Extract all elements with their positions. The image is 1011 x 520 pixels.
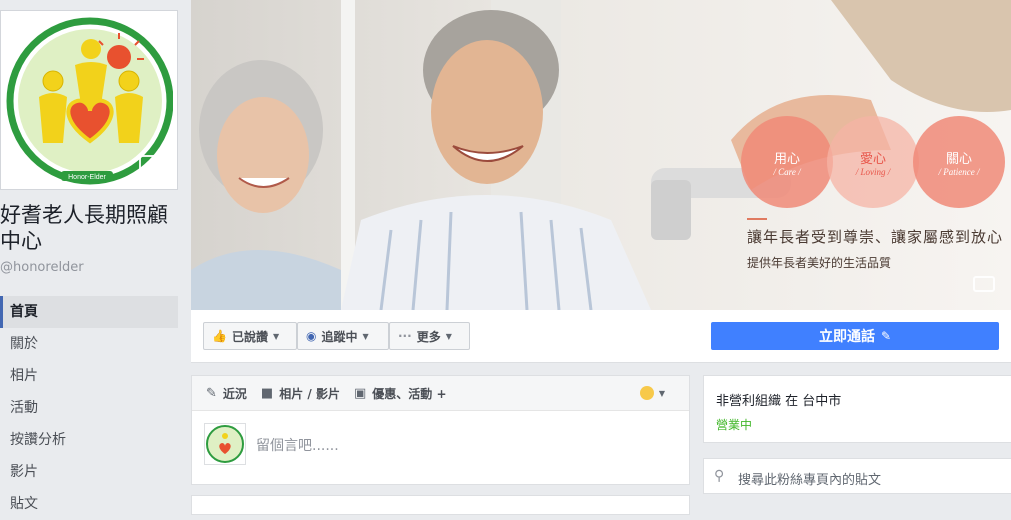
circle-care: 用心 / Care / xyxy=(773,152,801,177)
nav-item-posts[interactable]: 貼文 xyxy=(0,488,178,520)
rss-icon: ◉ xyxy=(306,329,317,343)
post-input[interactable]: 留個言吧...... xyxy=(256,435,339,455)
call-now-label: 立即通話 xyxy=(818,329,875,345)
page-title: 好耆老人長期照顧中心 xyxy=(0,203,168,253)
page-action-bar: 👍 已說讚 ▼ ◉ 追蹤中 ▼ ··· 更多 ▼ 立即通話 ✎ xyxy=(191,310,1011,363)
ellipsis-box-icon: ▣ xyxy=(353,385,367,401)
following-button[interactable]: ◉ 追蹤中 ▼ xyxy=(297,322,389,350)
caret-down-icon: ▼ xyxy=(272,331,280,341)
avatar-logo xyxy=(206,425,244,463)
caret-down-icon: ▼ xyxy=(362,331,369,341)
page-nav: 首頁 關於 相片 活動 按讚分析 影片 貼文 xyxy=(0,296,178,520)
page-category[interactable]: 非營利組織 在 台中市 xyxy=(716,390,841,409)
liked-label: 已說讚 xyxy=(231,329,268,344)
page-info-card: 非營利組織 在 台中市 營業中 xyxy=(703,375,1011,443)
caret-down-icon: ▼ xyxy=(658,388,665,398)
nav-item-events[interactable]: 活動 xyxy=(0,392,178,424)
profile-picture[interactable]: Honor-Elder xyxy=(0,10,178,190)
more-button[interactable]: ··· 更多 ▼ xyxy=(389,322,470,350)
caret-down-icon: ▼ xyxy=(445,331,452,341)
tab-offer-event-label: 優惠、活動 + xyxy=(372,386,447,401)
emoji-icon xyxy=(639,386,654,400)
slogan-divider xyxy=(747,218,767,220)
tab-offer-event[interactable]: ▣ 優惠、活動 + xyxy=(354,385,447,402)
cover-slogan: 讓年長者受到尊崇、讓家屬感到放心 xyxy=(747,228,1004,246)
search-icon: ⚲ xyxy=(714,468,725,484)
nav-item-about[interactable]: 關於 xyxy=(0,328,178,360)
open-status: 營業中 xyxy=(716,418,753,432)
pencil-icon[interactable]: ✎ xyxy=(881,329,891,343)
page-handle[interactable]: @honorelder xyxy=(0,260,84,275)
tab-photo-video-label: 相片 / 影片 xyxy=(279,386,340,401)
camera-icon[interactable] xyxy=(139,155,161,171)
nav-item-photos[interactable]: 相片 xyxy=(0,360,178,392)
composer-tabs: ✎ 近況 ■ 相片 / 影片 ▣ 優惠、活動 + ▼ xyxy=(192,376,689,411)
emoji-selector[interactable]: ▼ xyxy=(639,386,665,400)
nav-item-insights[interactable]: 按讚分析 xyxy=(0,424,178,456)
tab-photo-video[interactable]: ■ 相片 / 影片 xyxy=(261,385,340,402)
post-composer: ✎ 近況 ■ 相片 / 影片 ▣ 優惠、活動 + ▼ 留個言吧...... xyxy=(191,375,690,485)
camera-icon[interactable] xyxy=(973,276,995,292)
feed-card xyxy=(191,495,690,515)
thumbs-up-icon: 👍 xyxy=(212,329,227,343)
cover-subslogan: 提供年長者美好的生活品質 xyxy=(747,256,892,270)
following-label: 追蹤中 xyxy=(321,329,358,344)
call-now-button[interactable]: 立即通話 ✎ xyxy=(711,322,999,350)
nav-item-videos[interactable]: 影片 xyxy=(0,456,178,488)
nav-item-home[interactable]: 首頁 xyxy=(0,296,178,328)
more-label: 更多 xyxy=(416,329,441,344)
ellipsis-icon: ··· xyxy=(398,329,412,343)
search-placeholder: 搜尋此粉絲專頁內的貼文 xyxy=(738,473,882,488)
svg-text:Honor-Elder: Honor-Elder xyxy=(68,174,106,181)
circle-loving: 愛心 / Loving / xyxy=(855,152,891,177)
cover-photo[interactable]: 用心 / Care / 愛心 / Loving / 關心 / Patience … xyxy=(191,0,1011,310)
tab-status[interactable]: ✎ 近況 xyxy=(206,385,247,402)
tab-status-label: 近況 xyxy=(222,386,247,401)
camera-icon: ■ xyxy=(260,385,274,401)
composer-body: 留個言吧...... xyxy=(192,411,689,485)
circle-patience: 關心 / Patience / xyxy=(938,152,980,177)
avatar[interactable] xyxy=(204,423,246,465)
liked-button[interactable]: 👍 已說讚 ▼ xyxy=(203,322,297,350)
page-post-search[interactable]: ⚲ 搜尋此粉絲專頁內的貼文 xyxy=(703,458,1011,494)
pencil-icon: ✎ xyxy=(206,385,217,401)
